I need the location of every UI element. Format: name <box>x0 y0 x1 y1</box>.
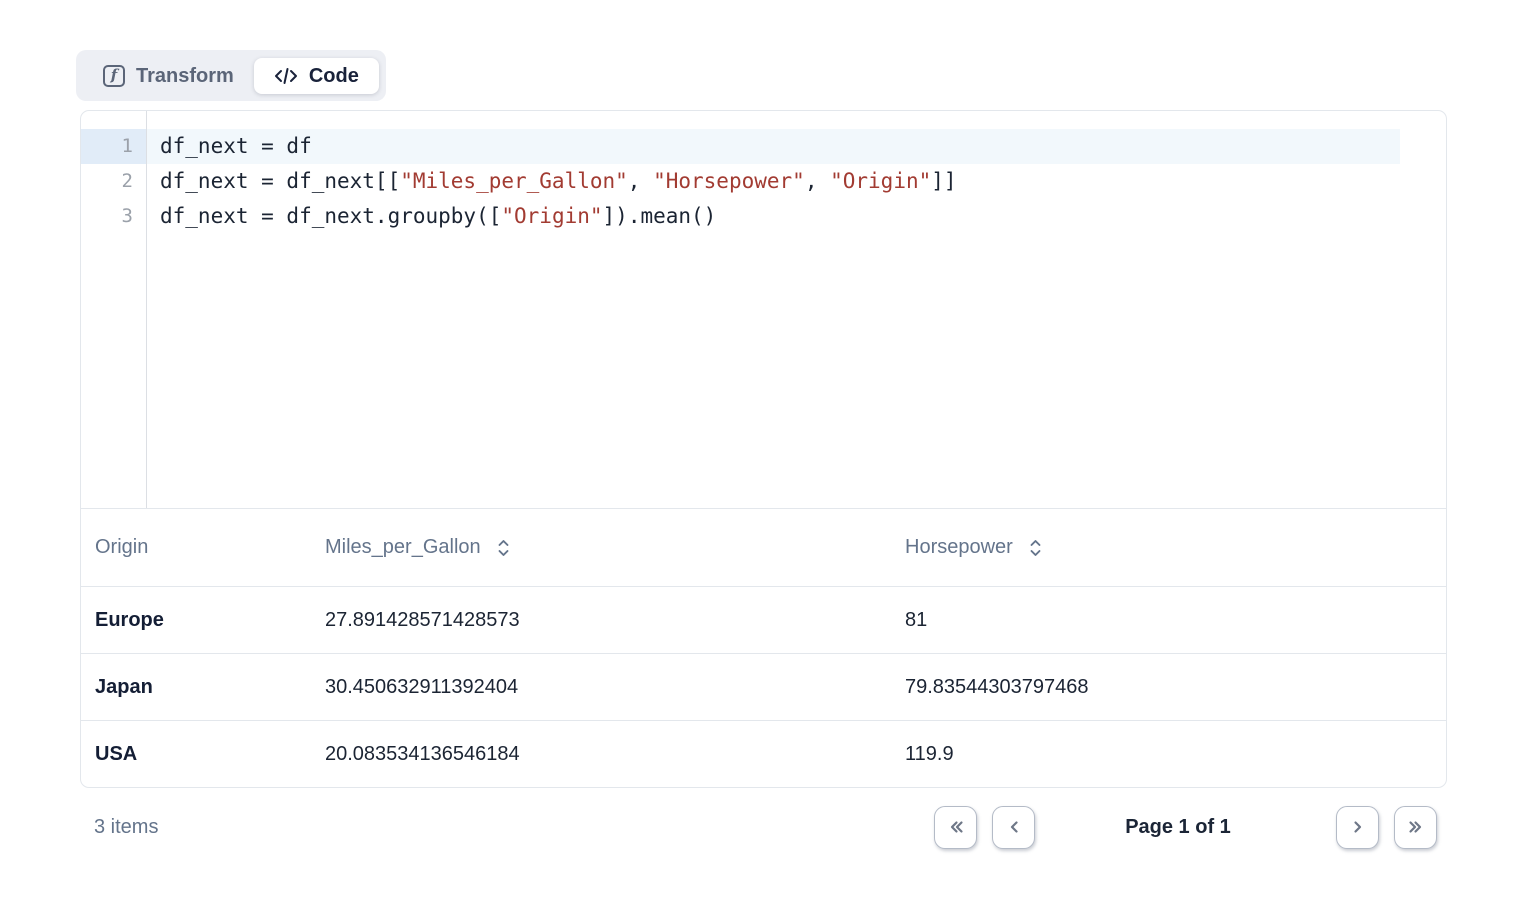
chevron-left-icon <box>1002 815 1026 839</box>
cell-miles-per-gallon: 30.450632911392404 <box>311 676 891 699</box>
column-header-label: Horsepower <box>905 536 1013 559</box>
items-count: 3 items <box>80 816 158 839</box>
last-page-button[interactable] <box>1394 806 1437 849</box>
table-row: Europe27.89142857142857381 <box>81 586 1446 653</box>
code-token: df_next = df <box>160 134 312 158</box>
table-row: USA20.083534136546184119.9 <box>81 720 1446 787</box>
chevron-right-icon <box>1346 815 1370 839</box>
prev-page-button[interactable] <box>992 806 1035 849</box>
view-tabbar: f Transform Code <box>76 50 386 101</box>
string-token: "Origin" <box>830 169 931 193</box>
code-line: df_next = df_next[["Miles_per_Gallon", "… <box>147 164 1400 199</box>
cell-origin: USA <box>81 743 311 766</box>
cell-miles-per-gallon: 20.083534136546184 <box>311 743 891 766</box>
string-token: "Horsepower" <box>653 169 805 193</box>
code-line: df_next = df_next.groupby(["Origin"]).me… <box>147 199 1400 234</box>
column-header-origin: Origin <box>81 536 311 559</box>
line-number: 1 <box>81 129 146 164</box>
string-token: "Origin" <box>501 204 602 228</box>
tab-code-label: Code <box>309 66 359 86</box>
editor-gutter: 123 <box>81 111 147 508</box>
string-token: "Miles_per_Gallon" <box>400 169 628 193</box>
column-header-horsepower[interactable]: Horsepower <box>891 536 1446 559</box>
code-and-table-panel: 123 df_next = df df_next = df_next[["Mile… <box>80 110 1447 788</box>
tab-transform-label: Transform <box>136 66 234 86</box>
next-page-button[interactable] <box>1336 806 1379 849</box>
code-token: ]] <box>931 169 956 193</box>
cell-origin: Japan <box>81 676 311 699</box>
line-number: 2 <box>81 164 146 199</box>
code-editor[interactable]: 123 df_next = df df_next = df_next[["Mile… <box>81 111 1446 508</box>
line-number: 3 <box>81 199 146 234</box>
code-token: df_next = df_next[[ <box>160 169 400 193</box>
code-token: , <box>805 169 830 193</box>
page-indicator: Page 1 of 1 <box>1063 816 1293 839</box>
column-header-miles_per_gallon[interactable]: Miles_per_Gallon <box>311 536 891 559</box>
column-header-label: Miles_per_Gallon <box>325 536 481 559</box>
table-footer: 3 items Page 1 of 1 <box>80 796 1447 858</box>
tab-transform[interactable]: f Transform <box>83 57 254 95</box>
code-token: df_next = df_next.groupby([ <box>160 204 501 228</box>
table-row: Japan30.45063291139240479.83544303797468 <box>81 653 1446 720</box>
double-chevron-left-icon <box>944 815 968 839</box>
sort-icon[interactable] <box>1027 537 1044 559</box>
pagination: Page 1 of 1 <box>934 806 1437 849</box>
result-table: OriginMiles_per_GallonHorsepower Europe2… <box>81 508 1446 787</box>
cell-origin: Europe <box>81 609 311 632</box>
code-token: ]).mean() <box>603 204 717 228</box>
column-header-label: Origin <box>95 536 148 559</box>
tab-code[interactable]: Code <box>254 58 379 94</box>
code-icon <box>274 66 298 86</box>
table-header-row: Origin Miles_per_Gallon Horsepower <box>81 509 1446 586</box>
double-chevron-right-icon <box>1404 815 1428 839</box>
code-line: df_next = df <box>147 129 1400 164</box>
cell-horsepower: 79.83544303797468 <box>891 676 1446 699</box>
cell-horsepower: 119.9 <box>891 743 1446 766</box>
table-body: Europe27.89142857142857381Japan30.450632… <box>81 586 1446 787</box>
first-page-button[interactable] <box>934 806 977 849</box>
editor-content[interactable]: df_next = df df_next = df_next[["Miles_pe… <box>147 111 1446 508</box>
function-icon: f <box>103 65 125 87</box>
sort-icon[interactable] <box>495 537 512 559</box>
cell-miles-per-gallon: 27.891428571428573 <box>311 609 891 632</box>
cell-horsepower: 81 <box>891 609 1446 632</box>
code-token: , <box>628 169 653 193</box>
